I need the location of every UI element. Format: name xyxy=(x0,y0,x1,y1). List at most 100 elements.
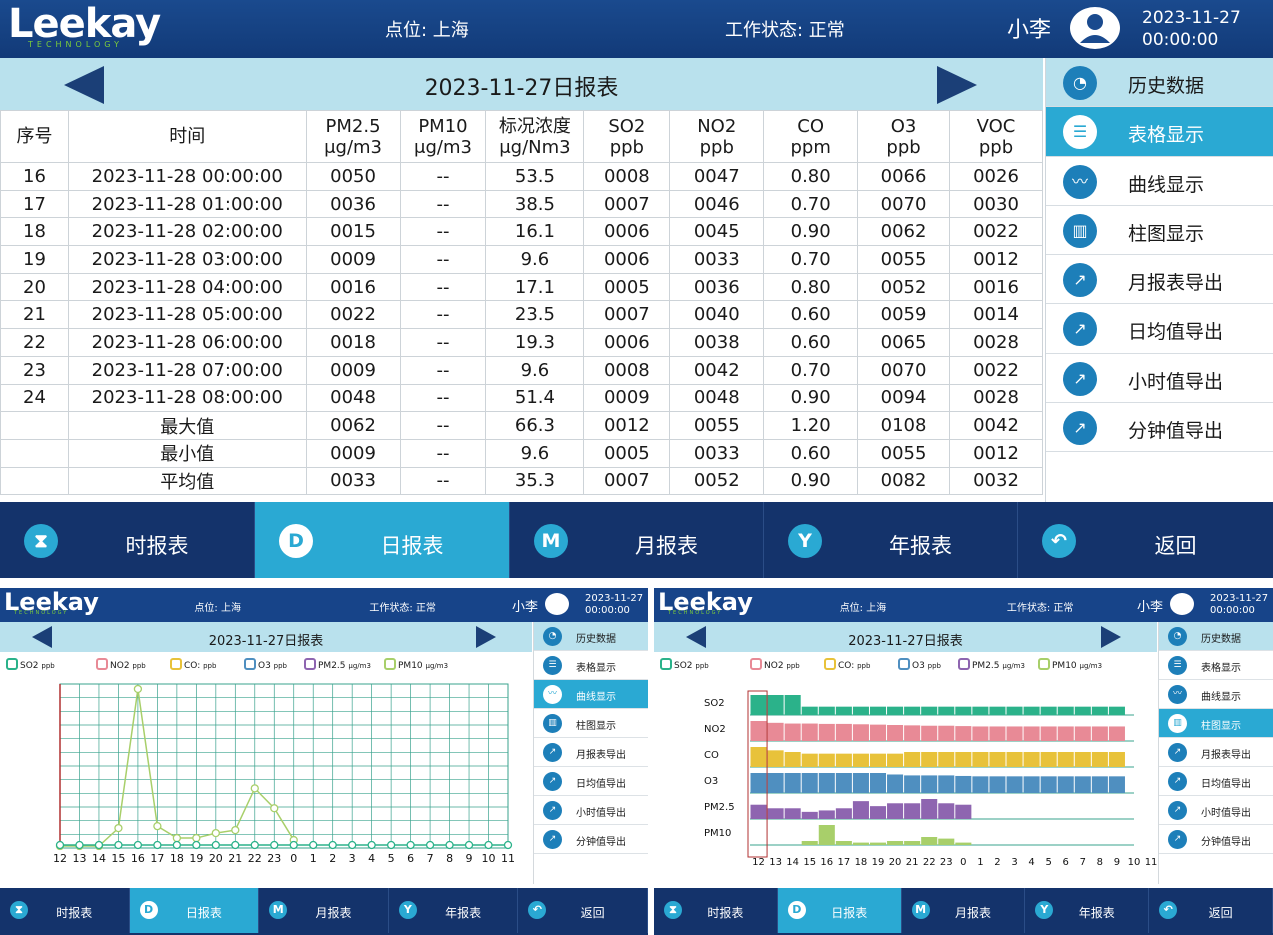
prev-day-arrow-icon[interactable] xyxy=(64,66,104,104)
leekay-logo: Leekay TECHNOLOGY xyxy=(658,588,753,616)
mini-top-bar: Leekay TECHNOLOGY 点位: 上海 工作状态: 正常 小李 2023-11-… xyxy=(654,588,1273,622)
bar xyxy=(921,752,938,767)
sidebar-item-daily-export[interactable]: ↗ 日均值导出 xyxy=(1046,304,1273,354)
data-point xyxy=(211,840,220,850)
table-cell: 16 xyxy=(0,162,69,191)
table-cell: 0012 xyxy=(583,411,671,440)
sidebar-item-month-export[interactable]: ↗ 月报表导出 xyxy=(1046,255,1273,305)
nav-item[interactable]: D 日报表 xyxy=(777,888,902,933)
data-point xyxy=(211,828,220,838)
nav-item[interactable]: ⧗ 时报表 xyxy=(0,888,130,933)
bar xyxy=(1023,752,1040,767)
x-tick-label: 10 xyxy=(482,852,496,865)
sidebar-item[interactable]: ↗ 小时值导出 xyxy=(534,796,648,825)
next-day-arrow-icon[interactable] xyxy=(476,626,496,648)
bar xyxy=(1074,726,1091,741)
report-title: 2023-11-27日报表 xyxy=(848,634,963,649)
nav-item[interactable]: ⧗ 时报表 xyxy=(654,888,778,933)
table-cell: 0040 xyxy=(669,300,765,330)
sidebar-item[interactable]: ↗ 分钟值导出 xyxy=(534,825,648,854)
table-cell: 66.3 xyxy=(485,411,585,440)
sidebar-item-table[interactable]: ☰ 表格显示 xyxy=(1046,107,1273,157)
sidebar-item-bar[interactable]: ▥ 柱图显示 xyxy=(1046,205,1273,256)
next-day-arrow-icon[interactable] xyxy=(937,66,977,104)
sidebar-item[interactable]: ▥ 柱图显示 xyxy=(534,709,648,738)
table-cell: 0008 xyxy=(583,355,671,385)
nav-item-label: 日报表 xyxy=(831,906,868,920)
user-name: 小李 xyxy=(1007,18,1052,43)
bar xyxy=(869,773,887,793)
nav-item[interactable]: D 日报表 xyxy=(129,888,260,933)
column-header: 序号 xyxy=(0,110,69,163)
bar xyxy=(767,722,784,741)
column-unit: ppb xyxy=(886,136,921,158)
legend-item: PM10 μg/m3 xyxy=(1038,658,1102,671)
nav-item[interactable]: M 月报表 xyxy=(259,888,389,933)
table-cell: 0059 xyxy=(857,300,951,330)
bar xyxy=(784,723,801,741)
bar xyxy=(784,773,801,793)
bar xyxy=(972,752,989,767)
export-icon: ↗ xyxy=(1063,411,1097,446)
legend-unit: ppb xyxy=(41,662,55,670)
x-tick-label: 11 xyxy=(501,852,515,865)
export-icon: ↗ xyxy=(1063,263,1097,298)
table-cell: 0022 xyxy=(949,217,1043,247)
avatar-icon[interactable] xyxy=(1170,593,1194,615)
prev-day-arrow-icon[interactable] xyxy=(686,626,706,648)
nav-item[interactable]: M 月报表 xyxy=(902,888,1026,933)
nav-item[interactable]: ↶ 返回 xyxy=(1149,888,1273,933)
sidebar-item[interactable]: 〰 曲线显示 xyxy=(534,680,648,709)
table-cell: -- xyxy=(399,328,487,357)
nav-item[interactable]: Y 年报表 xyxy=(1025,888,1150,933)
avatar-icon[interactable] xyxy=(1070,7,1120,49)
series-label: PM10 xyxy=(704,828,731,839)
data-point xyxy=(114,823,123,833)
nav-item[interactable]: Y 年报表 xyxy=(389,888,519,933)
bar xyxy=(938,775,955,793)
nav-yearly-report[interactable]: Y 年报表 xyxy=(764,502,1018,578)
bar xyxy=(835,808,852,819)
table-cell: 16.1 xyxy=(485,217,585,247)
table-cell: 23.5 xyxy=(485,300,585,330)
sidebar-item[interactable]: ↗ 月报表导出 xyxy=(534,738,648,767)
prev-day-arrow-icon[interactable] xyxy=(32,626,52,648)
legend-name: SO2 xyxy=(674,661,696,671)
legend-name: PM2.5 xyxy=(972,661,1003,671)
bar xyxy=(767,695,784,715)
table-cell: 2023-11-28 06:00:00 xyxy=(67,328,307,357)
table-cell: 20 xyxy=(0,272,69,302)
sidebar-item[interactable]: ◔ 历史数据 xyxy=(534,622,648,651)
sidebar-item[interactable]: ☰ 表格显示 xyxy=(534,651,648,680)
legend-unit: μg/m3 xyxy=(348,662,371,670)
bar xyxy=(989,752,1006,767)
table-cell: 0005 xyxy=(583,438,671,468)
sidebar-item-history[interactable]: ◔ 历史数据 xyxy=(1046,58,1273,108)
table-cell: 0033 xyxy=(305,466,401,496)
leekay-logo: Leekay TECHNOLOGY xyxy=(8,1,161,49)
sidebar-item-minute-export[interactable]: ↗ 分钟值导出 xyxy=(1046,403,1273,453)
sidebar-item[interactable]: ☰ 表格显示 xyxy=(1159,651,1273,680)
nav-item[interactable]: ↶ 返回 xyxy=(518,888,648,933)
nav-hourly-report[interactable]: ⧗ 时报表 xyxy=(0,502,255,578)
nav-daily-report[interactable]: D 日报表 xyxy=(255,502,510,578)
datetime: 2023-11-27 00:00:00 xyxy=(1210,593,1268,617)
bar xyxy=(1091,752,1108,767)
nav-monthly-report[interactable]: M 月报表 xyxy=(510,502,764,578)
sidebar-item[interactable]: ↗ 日均值导出 xyxy=(534,767,648,796)
table-cell xyxy=(0,411,69,440)
avatar-icon[interactable] xyxy=(545,593,569,615)
sidebar-item[interactable]: ◔ 历史数据 xyxy=(1159,622,1273,651)
bar xyxy=(921,775,938,793)
nav-back[interactable]: ↶ 返回 xyxy=(1018,502,1273,578)
x-tick-label: 22 xyxy=(248,852,262,865)
bar xyxy=(1006,776,1023,793)
list-icon: ☰ xyxy=(1063,115,1097,150)
sidebar-item-curve[interactable]: 〰 曲线显示 xyxy=(1046,156,1273,206)
table-cell: 1.20 xyxy=(763,411,859,440)
sidebar-item-hour-export[interactable]: ↗ 小时值导出 xyxy=(1046,353,1273,404)
export-icon: ↗ xyxy=(1063,312,1097,347)
nav-item-label: 月报表 xyxy=(954,906,991,920)
next-day-arrow-icon[interactable] xyxy=(1101,626,1121,648)
column-name: CO xyxy=(797,115,825,137)
